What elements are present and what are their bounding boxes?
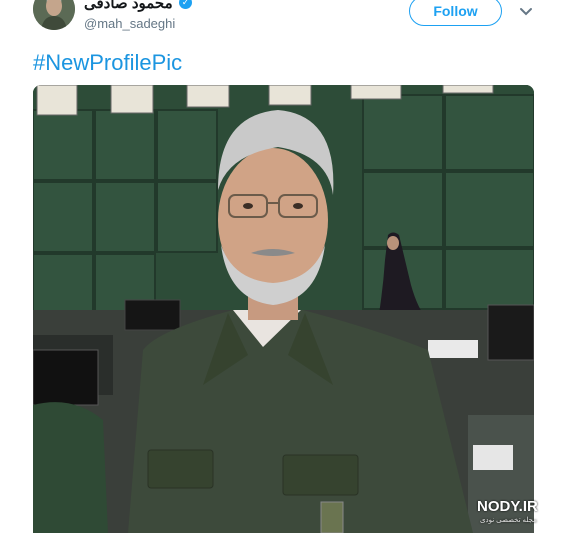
hashtag-link[interactable]: #NewProfilePic [33,50,182,76]
user-handle[interactable]: @mah_sadeghi [84,16,175,31]
follow-button[interactable]: Follow [409,0,502,26]
verified-badge-icon: ✓ [179,0,192,9]
avatar-portrait [33,0,75,30]
tweet-photo[interactable] [33,85,534,533]
chevron-down-icon[interactable] [517,2,535,20]
tweet-header: محمود صادقی ✓ @mah_sadeghi Follow [0,0,564,40]
parliament-portrait-image [33,85,534,533]
watermark-brand: NODY.IR [477,498,538,515]
display-name[interactable]: محمود صادقی [84,0,173,12]
avatar[interactable] [33,0,75,30]
watermark-tagline: مجله تخصصی نودی [480,517,537,524]
